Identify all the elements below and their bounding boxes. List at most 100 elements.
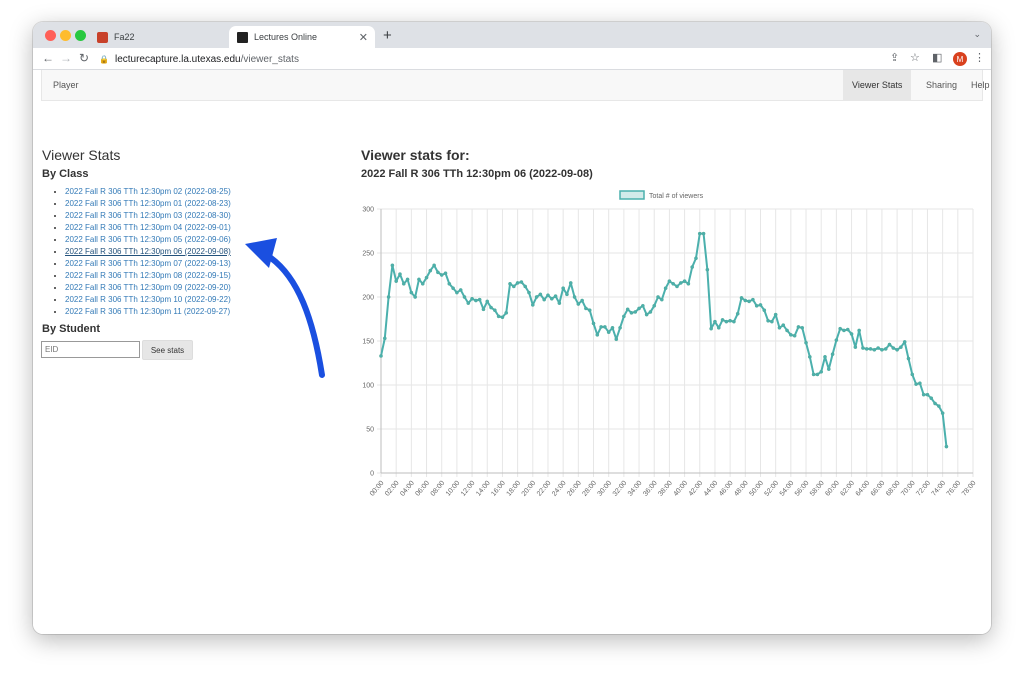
data-point bbox=[386, 295, 391, 299]
see-stats-button[interactable]: See stats bbox=[142, 340, 193, 360]
class-link[interactable]: 2022 Fall R 306 TTh 12:30pm 11 (2022-09-… bbox=[65, 307, 230, 316]
nav-brand-player[interactable]: Player bbox=[53, 80, 79, 90]
data-point bbox=[940, 411, 945, 416]
data-point bbox=[599, 325, 603, 329]
site-navbar: Player Viewer Stats Sharing Help bbox=[41, 70, 990, 101]
x-tick-label: 14:00 bbox=[475, 480, 492, 497]
annotation-arrow bbox=[245, 238, 325, 378]
data-point bbox=[470, 296, 474, 301]
class-link[interactable]: 2022 Fall R 306 TTh 12:30pm 07 (2022-09-… bbox=[65, 259, 231, 268]
data-point bbox=[640, 303, 645, 308]
close-window-button[interactable] bbox=[45, 30, 56, 41]
forward-icon[interactable]: → bbox=[60, 51, 72, 65]
data-point bbox=[394, 279, 399, 284]
data-point bbox=[796, 325, 801, 329]
data-point bbox=[785, 328, 789, 333]
x-tick-label: 64:00 bbox=[855, 480, 872, 497]
x-tick-label: 10:00 bbox=[445, 480, 462, 497]
data-point bbox=[766, 318, 770, 323]
data-point bbox=[853, 345, 858, 350]
url-path: /viewer_stats bbox=[240, 53, 299, 65]
x-tick-label: 50:00 bbox=[748, 480, 765, 497]
minimize-window-button[interactable] bbox=[60, 30, 71, 41]
class-link[interactable]: 2022 Fall R 306 TTh 12:30pm 03 (2022-08-… bbox=[65, 211, 231, 220]
tab-search-icon[interactable]: ⌄ bbox=[973, 29, 981, 40]
class-link[interactable]: 2022 Fall R 306 TTh 12:30pm 04 (2022-09-… bbox=[65, 223, 231, 232]
tab-lectures-online[interactable]: Lectures Online ✕ bbox=[229, 26, 375, 48]
class-link[interactable]: 2022 Fall R 306 TTh 12:30pm 06 (2022-09-… bbox=[65, 247, 231, 256]
x-tick-label: 30:00 bbox=[597, 480, 614, 497]
back-icon[interactable]: ← bbox=[42, 51, 54, 65]
legend-label: Total # of viewers bbox=[649, 193, 704, 200]
x-tick-label: 20:00 bbox=[521, 480, 538, 497]
reload-icon[interactable]: ↻ bbox=[79, 51, 89, 65]
data-point bbox=[705, 267, 710, 272]
data-point bbox=[622, 314, 626, 319]
maximize-window-button[interactable] bbox=[75, 30, 86, 41]
data-point bbox=[728, 318, 732, 323]
y-tick-label: 250 bbox=[362, 251, 374, 258]
data-point bbox=[527, 290, 531, 295]
data-point bbox=[773, 312, 778, 317]
class-link[interactable]: 2022 Fall R 306 TTh 12:30pm 08 (2022-09-… bbox=[65, 271, 231, 280]
x-tick-label: 56:00 bbox=[794, 480, 811, 497]
nav-sharing[interactable]: Sharing bbox=[917, 70, 966, 100]
eid-input[interactable] bbox=[41, 341, 140, 358]
class-link[interactable]: 2022 Fall R 306 TTh 12:30pm 05 (2022-09-… bbox=[65, 235, 231, 244]
data-point bbox=[732, 319, 736, 324]
data-point bbox=[906, 356, 911, 361]
class-link[interactable]: 2022 Fall R 306 TTh 12:30pm 02 (2022-08-… bbox=[65, 187, 231, 196]
class-link[interactable]: 2022 Fall R 306 TTh 12:30pm 10 (2022-09-… bbox=[65, 295, 231, 304]
data-point bbox=[807, 354, 812, 359]
data-point bbox=[838, 326, 843, 331]
tab-fa22[interactable]: Fa22 bbox=[89, 26, 225, 48]
menu-kebab-icon[interactable]: ⋮ bbox=[974, 51, 985, 64]
data-point bbox=[474, 298, 478, 303]
y-tick-label: 300 bbox=[362, 207, 374, 214]
x-tick-label: 26:00 bbox=[566, 480, 583, 497]
share-icon[interactable]: ⇪ bbox=[890, 51, 899, 64]
data-point bbox=[918, 381, 922, 386]
data-point bbox=[887, 342, 892, 347]
profile-avatar[interactable]: M bbox=[953, 52, 967, 66]
class-link[interactable]: 2022 Fall R 306 TTh 12:30pm 09 (2022-09-… bbox=[65, 283, 231, 292]
data-point bbox=[804, 340, 808, 345]
data-point bbox=[788, 332, 793, 337]
data-point bbox=[751, 297, 755, 302]
close-tab-icon[interactable]: ✕ bbox=[359, 31, 368, 44]
x-tick-label: 00:00 bbox=[369, 480, 386, 497]
class-list-item: 2022 Fall R 306 TTh 12:30pm 11 (2022-09-… bbox=[65, 306, 231, 318]
class-list: 2022 Fall R 306 TTh 12:30pm 02 (2022-08-… bbox=[57, 186, 231, 318]
address-bar[interactable]: 🔒 lecturecapture.la.utexas.edu /viewer_s… bbox=[99, 50, 879, 68]
x-tick-label: 18:00 bbox=[506, 480, 523, 497]
data-point bbox=[713, 319, 717, 324]
nav-viewer-stats[interactable]: Viewer Stats bbox=[843, 70, 912, 100]
by-student-heading: By Student bbox=[42, 323, 101, 335]
data-point bbox=[849, 332, 854, 336]
data-point bbox=[515, 281, 520, 285]
x-tick-label: 04:00 bbox=[399, 480, 416, 497]
nav-help[interactable]: Help bbox=[962, 70, 991, 100]
selected-class-title: 2022 Fall R 306 TTh 12:30pm 06 (2022-09-… bbox=[361, 168, 593, 180]
screenshot-stage: Fa22 Lectures Online ✕ + ⌄ ← → ↻ 🔒 lectu… bbox=[0, 0, 1024, 677]
new-tab-button[interactable]: + bbox=[383, 27, 392, 44]
y-tick-label: 200 bbox=[362, 295, 374, 302]
x-tick-label: 54:00 bbox=[779, 480, 796, 497]
data-point bbox=[492, 308, 497, 313]
data-point bbox=[591, 321, 596, 326]
data-point bbox=[409, 290, 414, 295]
data-point bbox=[542, 297, 547, 302]
data-point bbox=[530, 303, 535, 307]
x-tick-label: 74:00 bbox=[931, 480, 948, 497]
side-panel-icon[interactable]: ◧ bbox=[932, 51, 942, 64]
data-point bbox=[735, 311, 740, 316]
data-point bbox=[819, 369, 824, 374]
y-tick-label: 50 bbox=[366, 427, 374, 434]
bookmark-star-icon[interactable]: ☆ bbox=[910, 51, 920, 64]
x-tick-label: 40:00 bbox=[672, 480, 689, 497]
data-point bbox=[428, 268, 433, 273]
data-point bbox=[811, 372, 816, 377]
class-list-item: 2022 Fall R 306 TTh 12:30pm 10 (2022-09-… bbox=[65, 294, 231, 306]
class-link[interactable]: 2022 Fall R 306 TTh 12:30pm 01 (2022-08-… bbox=[65, 199, 231, 208]
data-point bbox=[933, 401, 937, 406]
